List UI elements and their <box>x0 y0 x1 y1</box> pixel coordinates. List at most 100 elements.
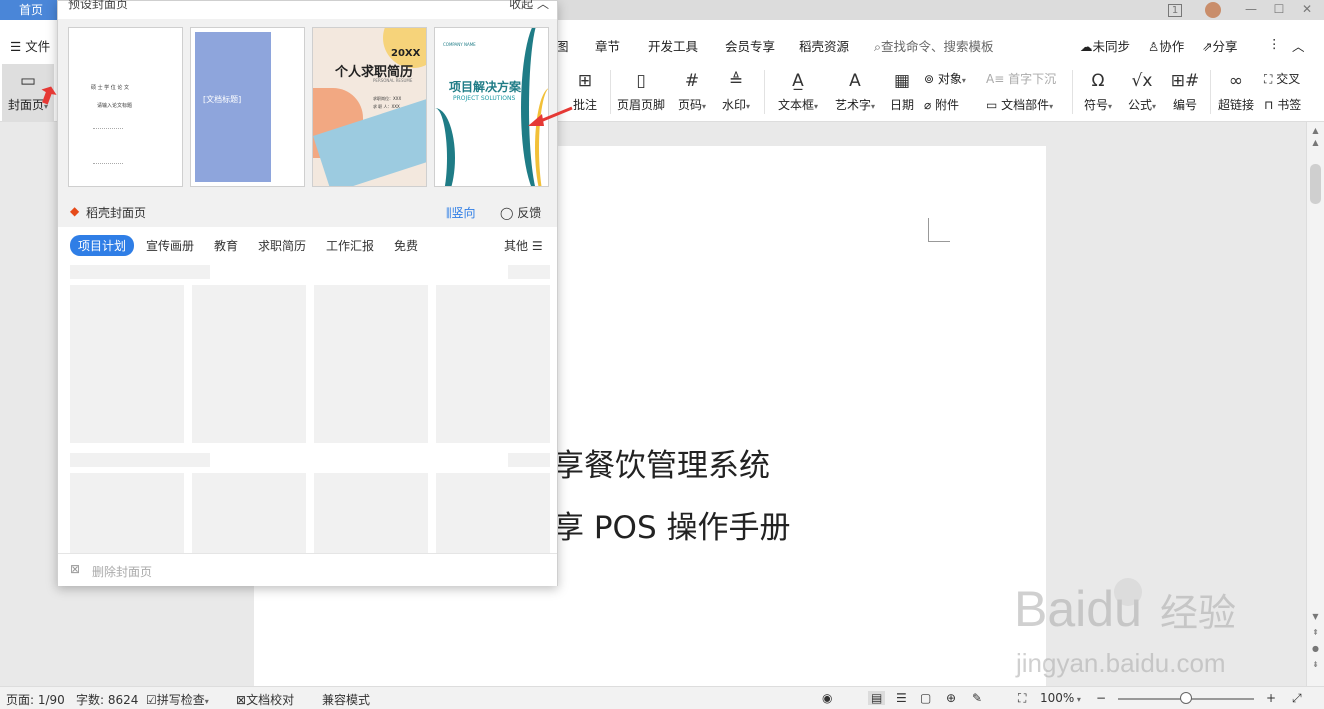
wordart-button[interactable]: A 艺术字▾ <box>831 64 879 122</box>
template-text: COMPANY NAME <box>443 42 476 47</box>
maximize-icon[interactable]: ☐ <box>1264 0 1294 20</box>
attachment-button[interactable]: ⌀ 附件 <box>924 96 959 113</box>
next-page-icon[interactable]: ⇟ <box>1307 660 1324 669</box>
compat-mode: 兼容模式 <box>322 693 371 707</box>
page-icon: ▯ <box>636 71 646 91</box>
doc-parts-icon: ▭ <box>986 98 1002 112</box>
delete-cover-button[interactable]: 删除封面页 <box>92 563 152 580</box>
daoke-title: 稻壳封面页 <box>86 206 147 220</box>
watermark-brand2: 经验 <box>1160 591 1236 635</box>
crossref-button[interactable]: ⛶ 交叉 <box>1264 70 1300 87</box>
scroll-top-icon[interactable]: ▲ <box>1307 138 1324 147</box>
spell-check-button[interactable]: ☑拼写检查▾ <box>146 691 209 708</box>
command-search[interactable]: ⌕查找命令、搜索模板 <box>874 36 994 55</box>
zoom-level[interactable]: 100% ▾ <box>1040 691 1081 705</box>
hamburger-icon: ☰ <box>10 39 26 54</box>
scroll-thumb[interactable] <box>1310 164 1321 204</box>
textbox-icon: A̲ <box>792 71 804 91</box>
tab-daoke[interactable]: 稻壳资源 <box>799 36 849 55</box>
template-thesis[interactable]: 硕 士 学 位 论 文 请输入论文标题 <box>68 27 183 187</box>
outline-view-icon[interactable]: ☰ <box>896 691 907 705</box>
category-work-report[interactable]: 工作汇报 <box>326 237 374 254</box>
vertical-toggle[interactable]: ⫼竖向 <box>446 204 476 221</box>
category-brochure[interactable]: 宣传画册 <box>146 237 194 254</box>
document-text-line[interactable]: 享餐饮管理系统 <box>553 440 770 485</box>
watermark-icon: ≜ <box>728 71 744 91</box>
zoom-in-icon[interactable]: + <box>1266 691 1276 705</box>
zoom-out-icon[interactable]: − <box>1096 691 1106 705</box>
tab-member[interactable]: 会员专享 <box>725 36 775 55</box>
symbol-button[interactable]: Ω 符号▾ <box>1080 64 1116 122</box>
more-categories[interactable]: 其他 ☰ <box>504 237 543 254</box>
daoke-header: ◆ 稻壳封面页 ⫼竖向 ◯ 反馈 <box>58 197 557 227</box>
template-shape <box>435 108 455 186</box>
bookmark-button[interactable]: ⊓ 书签 <box>1264 96 1301 113</box>
baidu-logo: Baidu 经验 jingyan.baidu.com <box>1014 578 1236 678</box>
link-icon: ∞ <box>1228 71 1244 91</box>
fit-page-icon[interactable]: ⛶ <box>1018 691 1026 706</box>
template-resume[interactable]: 20XX 个人求职简历 PERSONAL RESUME 求职岗位：XXX 求 职… <box>312 27 427 187</box>
collapse-ribbon-icon[interactable]: ︿ <box>1292 36 1305 55</box>
watermark-button[interactable]: ≜ 水印▾ <box>718 64 754 122</box>
category-resume[interactable]: 求职简历 <box>258 237 306 254</box>
crossref-icon: ⛶ <box>1264 72 1277 86</box>
category-free[interactable]: 免费 <box>394 237 418 254</box>
formula-button[interactable]: √x 公式▾ <box>1124 64 1160 122</box>
bookmark-icon: ⊓ <box>1264 98 1278 112</box>
object-button[interactable]: ⊚ 对象▾ <box>924 70 966 87</box>
file-menu[interactable]: ☰ 文件 <box>10 36 50 55</box>
date-button[interactable]: ▦ 日期 <box>888 64 916 122</box>
web-view-icon[interactable]: ⊕ <box>946 691 956 705</box>
loading-placeholder <box>436 285 550 443</box>
prev-page-icon[interactable]: ⇞ <box>1307 628 1324 637</box>
template-blue[interactable]: [文档标题] <box>190 27 305 187</box>
delete-cover-icon: ⊠ <box>70 562 81 576</box>
hyperlink-button[interactable]: ∞ 超链接 <box>1216 64 1256 122</box>
tab-section[interactable]: 章节 <box>595 36 620 55</box>
loading-placeholder <box>192 285 306 443</box>
tab-dev-tools[interactable]: 开发工具 <box>648 36 698 55</box>
textbox-button[interactable]: A̲ 文本框▾ <box>774 64 822 122</box>
page-view-icon[interactable]: ▤ <box>868 691 886 705</box>
more-icon[interactable]: ⋮ <box>1268 36 1281 51</box>
category-education[interactable]: 教育 <box>214 237 238 254</box>
scroll-up-icon[interactable]: ▲ <box>1307 126 1324 135</box>
document-text-line[interactable]: 享 POS 操作手册 <box>553 502 790 547</box>
eye-icon[interactable]: ◉ <box>822 691 832 705</box>
page-indicator[interactable]: 页面: 1/90 <box>6 691 65 708</box>
doc-parts-button[interactable]: ▭ 文档部件▾ <box>986 96 1053 113</box>
category-project-plan[interactable]: 项目计划 <box>70 235 135 256</box>
select-browse-icon[interactable]: ● <box>1307 644 1324 653</box>
share-button[interactable]: ⇗分享 <box>1202 36 1238 55</box>
pen-icon[interactable]: ✎ <box>972 691 982 705</box>
word-count[interactable]: 字数: 8624 <box>76 691 138 708</box>
page-count-badge[interactable]: 1 <box>1160 0 1190 20</box>
collapse-button[interactable]: 收起 ︿ <box>509 0 549 12</box>
cover-page-panel: 预设封面页 收起 ︿ 硕 士 学 位 论 文 请输入论文标题 [文档标题] 20… <box>57 0 558 586</box>
baidu-watermark: Baidu 经验 jingyan.baidu.com <box>1010 562 1260 682</box>
scroll-down-icon[interactable]: ▼ <box>1307 612 1324 621</box>
zoom-slider-knob[interactable] <box>1180 692 1192 704</box>
home-tab[interactable]: 首页 <box>0 0 62 20</box>
fullscreen-icon[interactable]: ⤢ <box>1292 691 1302 706</box>
feedback-button[interactable]: ◯ 反馈 <box>500 204 541 221</box>
formula-icon: √x <box>1131 71 1153 91</box>
minimize-icon[interactable]: — <box>1236 0 1266 20</box>
template-fields <box>93 128 123 164</box>
numbering-button[interactable]: ⊞# 编号 <box>1168 64 1202 122</box>
list-icon: ☰ <box>531 239 543 253</box>
template-text: [文档标题] <box>203 95 242 104</box>
doc-proof-button[interactable]: ⊠文档校对 <box>236 691 294 708</box>
sync-button[interactable]: ☁未同步 <box>1080 36 1130 55</box>
dropcap-button[interactable]: A≡ 首字下沉 <box>986 70 1056 87</box>
reading-view-icon[interactable]: ▢ <box>920 691 931 705</box>
loading-placeholder <box>508 453 550 467</box>
page-number-button[interactable]: # 页码▾ <box>674 64 710 122</box>
avatar[interactable] <box>1198 0 1228 20</box>
header-footer-button[interactable]: ▯ 页眉页脚 <box>614 64 668 122</box>
collab-button[interactable]: ♙协作 <box>1148 36 1184 55</box>
template-text: 请输入论文标题 <box>97 103 133 109</box>
close-icon[interactable]: ✕ <box>1292 0 1322 20</box>
category-tabs: 项目计划 宣传画册 教育 求职简历 工作汇报 免费 其他 ☰ <box>58 235 557 261</box>
vertical-scrollbar[interactable]: ▲ ▲ ▼ ⇞ ● ⇟ <box>1306 122 1324 686</box>
